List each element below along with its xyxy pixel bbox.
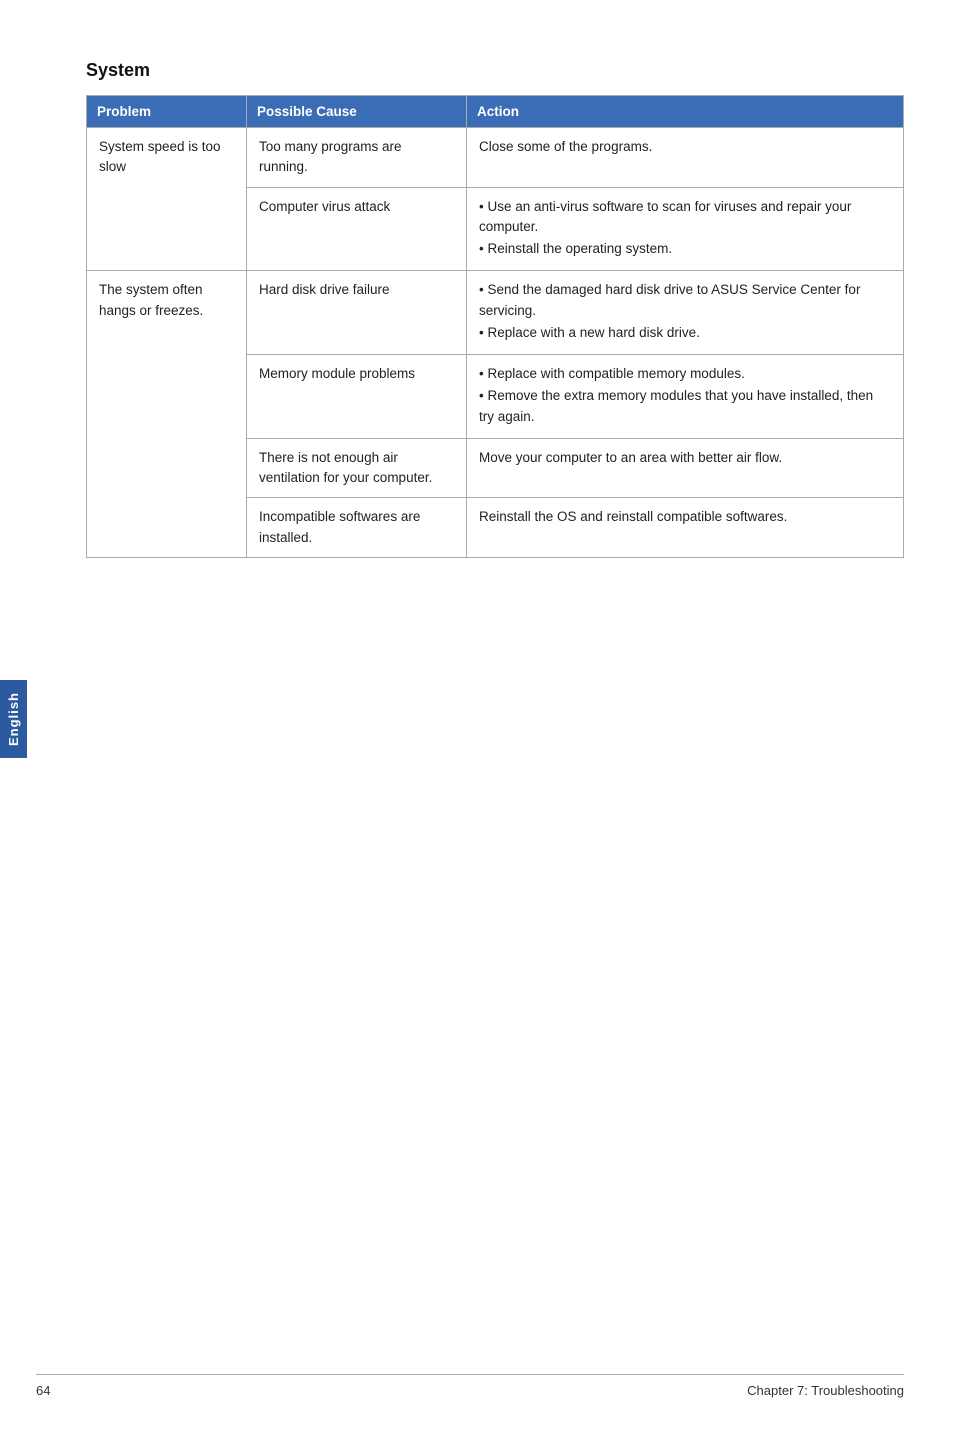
chapter-label: Chapter 7: Troubleshooting xyxy=(747,1383,904,1398)
table-row: The system often hangs or freezes.Hard d… xyxy=(87,271,904,355)
cause-cell: Computer virus attack xyxy=(247,187,467,271)
table-row: System speed is too slowToo many program… xyxy=(87,128,904,188)
page-footer: 64 Chapter 7: Troubleshooting xyxy=(36,1374,904,1398)
bullet-item: Reinstall the operating system. xyxy=(479,239,891,259)
section-title: System xyxy=(86,60,904,81)
col-header-action: Action xyxy=(467,96,904,128)
page-number: 64 xyxy=(36,1383,50,1398)
language-tab: English xyxy=(0,680,27,758)
bullet-item: Replace with compatible memory modules. xyxy=(479,364,891,384)
col-header-problem: Problem xyxy=(87,96,247,128)
cause-cell: Too many programs are running. xyxy=(247,128,467,188)
action-cell: Use an anti-virus software to scan for v… xyxy=(467,187,904,271)
action-cell: Replace with compatible memory modules.R… xyxy=(467,355,904,439)
bullet-item: Replace with a new hard disk drive. xyxy=(479,323,891,343)
action-cell: Close some of the programs. xyxy=(467,128,904,188)
problem-cell: System speed is too slow xyxy=(87,128,247,271)
troubleshooting-table: Problem Possible Cause Action System spe… xyxy=(86,95,904,558)
bullet-item: Use an anti-virus software to scan for v… xyxy=(479,197,891,238)
action-cell: Reinstall the OS and reinstall compatibl… xyxy=(467,498,904,558)
action-cell: Move your computer to an area with bette… xyxy=(467,438,904,498)
cause-cell: Incompatible softwares are installed. xyxy=(247,498,467,558)
cause-cell: There is not enough air ventilation for … xyxy=(247,438,467,498)
bullet-item: Remove the extra memory modules that you… xyxy=(479,386,891,427)
bullet-item: Send the damaged hard disk drive to ASUS… xyxy=(479,280,891,321)
cause-cell: Hard disk drive failure xyxy=(247,271,467,355)
col-header-cause: Possible Cause xyxy=(247,96,467,128)
page-content: System Problem Possible Cause Action Sys… xyxy=(36,0,954,638)
action-cell: Send the damaged hard disk drive to ASUS… xyxy=(467,271,904,355)
cause-cell: Memory module problems xyxy=(247,355,467,439)
problem-cell: The system often hangs or freezes. xyxy=(87,271,247,558)
